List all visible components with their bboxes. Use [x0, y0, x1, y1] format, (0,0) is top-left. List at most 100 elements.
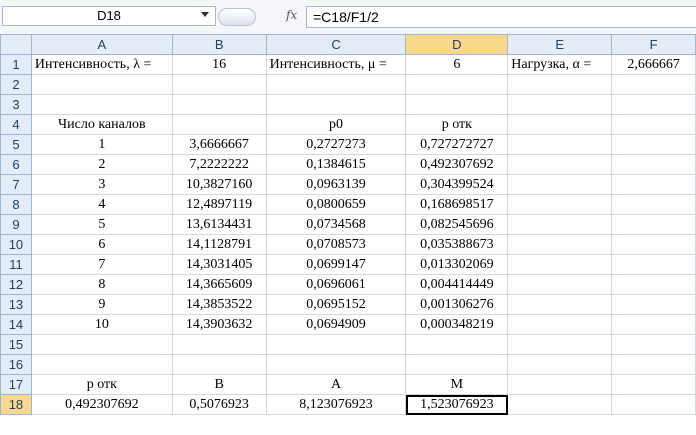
- cell-c8[interactable]: 0,0800659: [265, 194, 407, 215]
- cell-a2[interactable]: [30, 74, 173, 95]
- row-header-5[interactable]: 5: [0, 134, 32, 155]
- formula-input[interactable]: =C18/F1/2: [306, 6, 696, 28]
- cell-e15[interactable]: [507, 334, 613, 355]
- cell-a12[interactable]: 8: [30, 274, 173, 295]
- cell-c13[interactable]: 0,0695152: [265, 294, 407, 315]
- cell-b3[interactable]: [171, 94, 267, 115]
- cell-d8[interactable]: 0,168698517: [405, 194, 509, 215]
- cell-c11[interactable]: 0,0699147: [265, 254, 407, 275]
- cell-a7[interactable]: 3: [30, 174, 173, 195]
- cell-b18[interactable]: 0,5076923: [171, 394, 267, 415]
- cell-c10[interactable]: 0,0708573: [265, 234, 407, 255]
- cell-e9[interactable]: [507, 214, 613, 235]
- cell-b5[interactable]: 3,6666667: [171, 134, 267, 155]
- cell-a16[interactable]: [30, 354, 173, 375]
- cell-f12[interactable]: [611, 274, 696, 295]
- cell-b2[interactable]: [171, 74, 267, 95]
- cell-e5[interactable]: [507, 134, 613, 155]
- column-header-a[interactable]: A: [30, 34, 173, 55]
- column-header-d[interactable]: D: [405, 34, 509, 55]
- cell-d15[interactable]: [405, 334, 509, 355]
- row-header-10[interactable]: 10: [0, 234, 32, 255]
- cell-d17[interactable]: M: [405, 374, 509, 395]
- cell-b9[interactable]: 13,6134431: [171, 214, 267, 235]
- cell-b16[interactable]: [171, 354, 267, 375]
- cell-a15[interactable]: [30, 334, 173, 355]
- cell-e1[interactable]: Нагрузка, α =: [507, 54, 613, 75]
- cell-f4[interactable]: [611, 114, 696, 135]
- cell-e18[interactable]: [507, 394, 613, 415]
- cell-a17[interactable]: p отк: [30, 374, 173, 395]
- cell-a10[interactable]: 6: [30, 234, 173, 255]
- name-box[interactable]: D18: [2, 6, 216, 26]
- cell-c3[interactable]: [265, 94, 407, 115]
- cell-d6[interactable]: 0,492307692: [405, 154, 509, 175]
- cell-c17[interactable]: A: [265, 374, 407, 395]
- cell-d3[interactable]: [405, 94, 509, 115]
- cell-f9[interactable]: [611, 214, 696, 235]
- cell-e14[interactable]: [507, 314, 613, 335]
- cell-f3[interactable]: [611, 94, 696, 115]
- cell-b6[interactable]: 7,2222222: [171, 154, 267, 175]
- cell-e17[interactable]: [507, 374, 613, 395]
- cell-f8[interactable]: [611, 194, 696, 215]
- row-header-8[interactable]: 8: [0, 194, 32, 215]
- cell-c12[interactable]: 0,0696061: [265, 274, 407, 295]
- cell-b13[interactable]: 14,3853522: [171, 294, 267, 315]
- cell-c15[interactable]: [265, 334, 407, 355]
- column-header-e[interactable]: E: [507, 34, 613, 55]
- cell-b15[interactable]: [171, 334, 267, 355]
- cell-d2[interactable]: [405, 74, 509, 95]
- cell-a9[interactable]: 5: [30, 214, 173, 235]
- cell-e4[interactable]: [507, 114, 613, 135]
- cell-c9[interactable]: 0,0734568: [265, 214, 407, 235]
- cell-a5[interactable]: 1: [30, 134, 173, 155]
- row-header-9[interactable]: 9: [0, 214, 32, 235]
- cell-c7[interactable]: 0,0963139: [265, 174, 407, 195]
- cell-d4[interactable]: p отк: [405, 114, 509, 135]
- cell-e11[interactable]: [507, 254, 613, 275]
- column-header-c[interactable]: C: [265, 34, 407, 55]
- cell-a4[interactable]: Число каналов: [30, 114, 173, 135]
- cell-e2[interactable]: [507, 74, 613, 95]
- cell-e3[interactable]: [507, 94, 613, 115]
- cell-d11[interactable]: 0,013302069: [405, 254, 509, 275]
- row-header-4[interactable]: 4: [0, 114, 32, 135]
- cell-f5[interactable]: [611, 134, 696, 155]
- cell-b4[interactable]: [171, 114, 267, 135]
- cell-a11[interactable]: 7: [30, 254, 173, 275]
- cell-f7[interactable]: [611, 174, 696, 195]
- cell-d14[interactable]: 0,000348219: [405, 314, 509, 335]
- cell-d10[interactable]: 0,035388673: [405, 234, 509, 255]
- cell-a14[interactable]: 10: [30, 314, 173, 335]
- cell-c1[interactable]: Интенсивность, μ =: [265, 54, 407, 75]
- row-header-6[interactable]: 6: [0, 154, 32, 175]
- cell-d12[interactable]: 0,004414449: [405, 274, 509, 295]
- row-header-17[interactable]: 17: [0, 374, 32, 395]
- cell-d13[interactable]: 0,001306276: [405, 294, 509, 315]
- row-header-14[interactable]: 14: [0, 314, 32, 335]
- cell-b14[interactable]: 14,3903632: [171, 314, 267, 335]
- cell-b1[interactable]: 16: [171, 54, 267, 75]
- cell-f2[interactable]: [611, 74, 696, 95]
- formula-bar-resize-handle[interactable]: [218, 8, 256, 26]
- row-header-12[interactable]: 12: [0, 274, 32, 295]
- cell-e6[interactable]: [507, 154, 613, 175]
- row-header-16[interactable]: 16: [0, 354, 32, 375]
- row-header-18[interactable]: 18: [0, 394, 32, 415]
- cell-c16[interactable]: [265, 354, 407, 375]
- cell-f10[interactable]: [611, 234, 696, 255]
- cell-f1[interactable]: 2,666667: [611, 54, 696, 75]
- cell-f13[interactable]: [611, 294, 696, 315]
- cell-a1[interactable]: Интенсивность, λ =: [30, 54, 173, 75]
- chevron-down-icon[interactable]: [201, 12, 209, 17]
- cell-f6[interactable]: [611, 154, 696, 175]
- cell-c2[interactable]: [265, 74, 407, 95]
- cell-f11[interactable]: [611, 254, 696, 275]
- row-header-11[interactable]: 11: [0, 254, 32, 275]
- row-header-15[interactable]: 15: [0, 334, 32, 355]
- cell-b17[interactable]: B: [171, 374, 267, 395]
- cell-b7[interactable]: 10,3827160: [171, 174, 267, 195]
- cell-d16[interactable]: [405, 354, 509, 375]
- cell-b10[interactable]: 14,1128791: [171, 234, 267, 255]
